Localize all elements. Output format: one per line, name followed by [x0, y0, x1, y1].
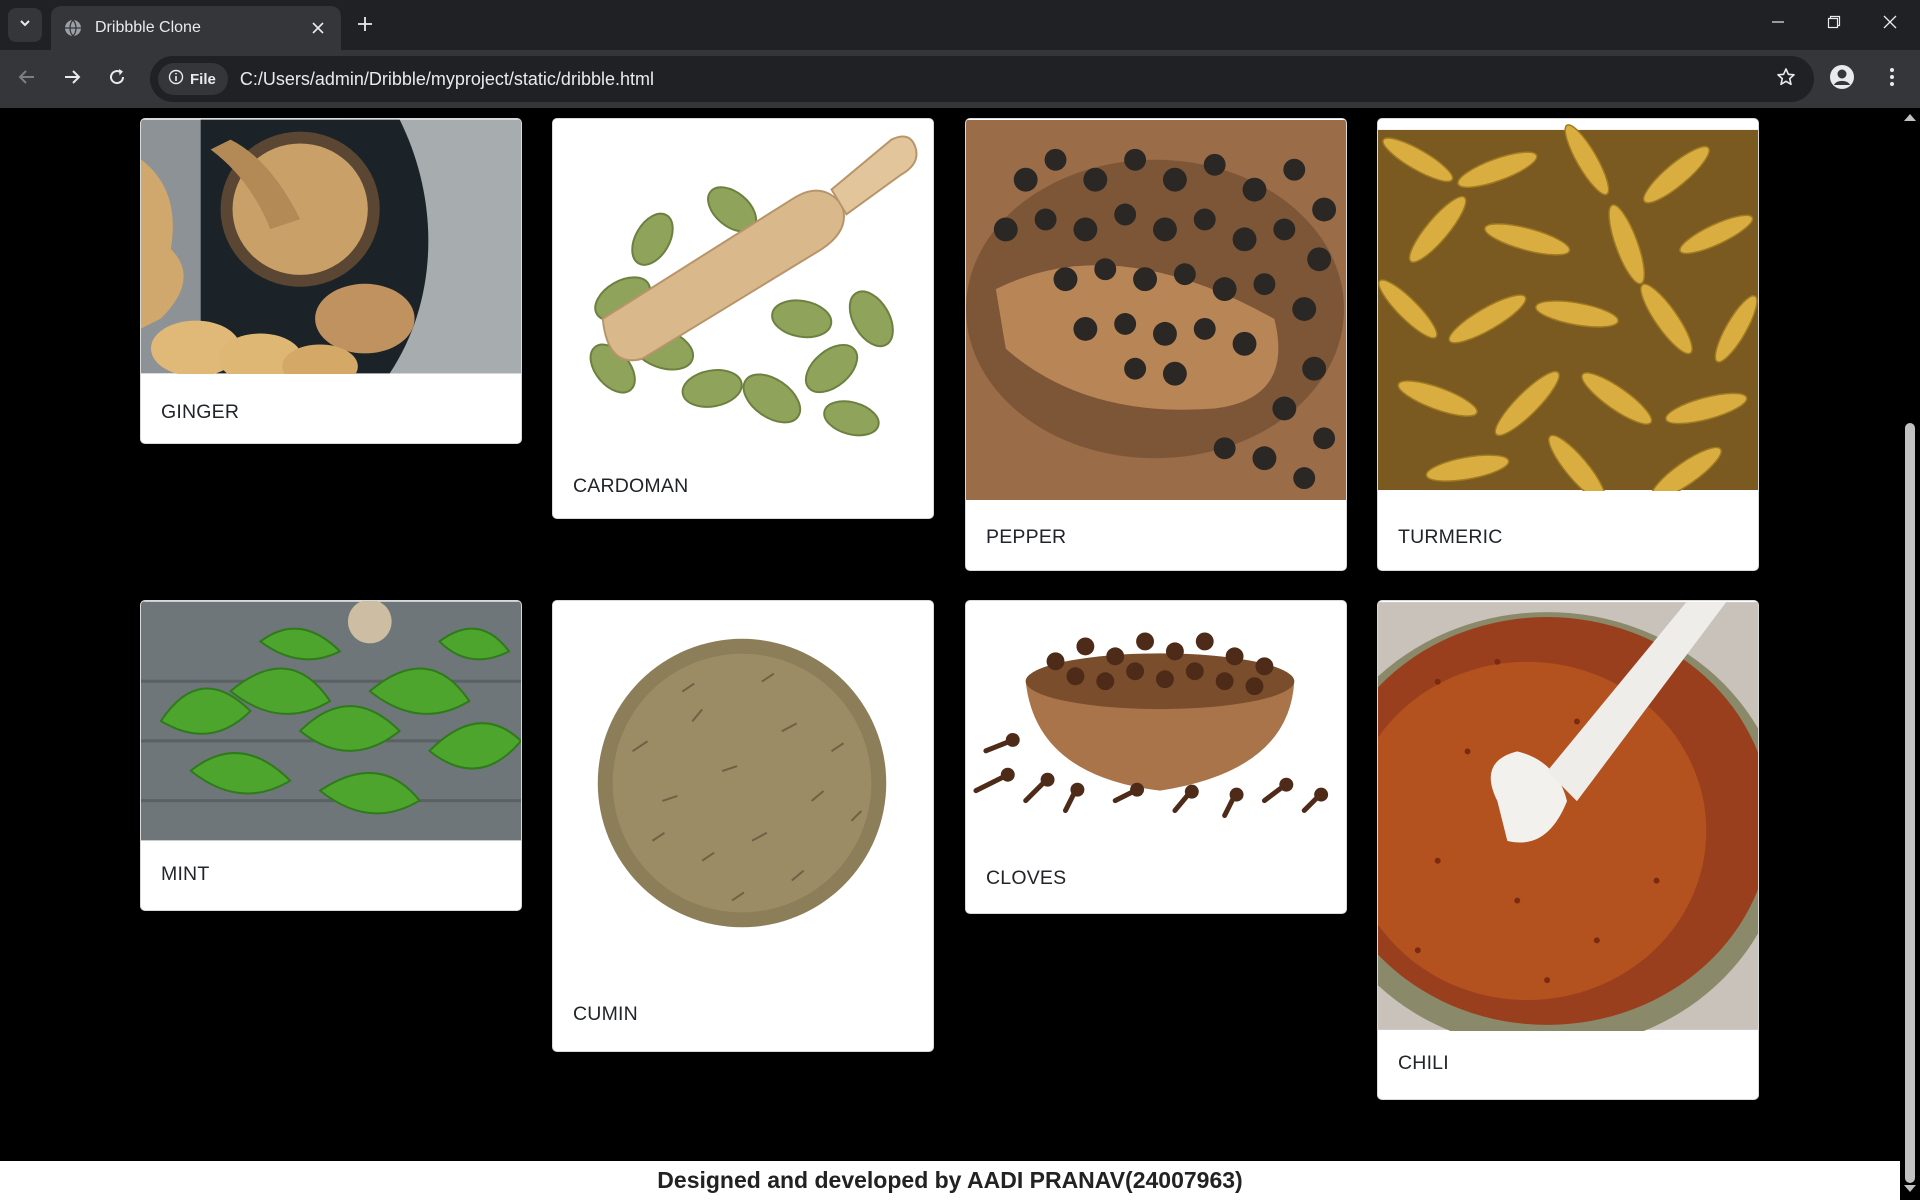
spice-card-cumin[interactable]: CUMIN: [552, 600, 934, 1052]
tab-active[interactable]: Dribbble Clone: [51, 6, 341, 50]
spice-card-pepper[interactable]: PEPPER: [965, 118, 1347, 571]
spice-card-ginger[interactable]: GINGER: [140, 118, 522, 444]
spice-card-mint[interactable]: MINT: [140, 600, 522, 911]
chevron-down-icon: [18, 16, 32, 35]
cumin-photo: [553, 601, 933, 981]
star-icon: [1776, 67, 1796, 92]
mint-photo: [141, 601, 521, 841]
spice-card-label: CUMIN: [573, 1003, 638, 1025]
spice-card-label: CARDOMAN: [573, 475, 689, 497]
tab-strip: Dribbble Clone: [0, 0, 1920, 50]
cardamom-photo: [553, 119, 933, 449]
address-bar[interactable]: File C:/Users/admin/Dribble/myproject/st…: [150, 56, 1814, 102]
page-viewport: GINGER CARDOMAN PEPPER TURMERIC MINT CUM…: [0, 108, 1900, 1200]
new-tab-button[interactable]: [350, 11, 380, 41]
chili-photo: [1378, 602, 1758, 1031]
restore-button[interactable]: [1806, 0, 1862, 48]
bookmark-button[interactable]: [1766, 59, 1806, 99]
url-text[interactable]: C:/Users/admin/Dribble/myproject/static/…: [240, 69, 1766, 90]
spice-card-chili[interactable]: CHILI: [1377, 600, 1759, 1100]
page-footer: Designed and developed by AADI PRANAV(24…: [0, 1161, 1900, 1200]
reload-button[interactable]: [99, 61, 135, 97]
site-info-label: File: [190, 70, 216, 88]
tab-search-button[interactable]: [8, 8, 42, 42]
pepper-photo: [966, 120, 1346, 500]
scroll-up-arrow-icon[interactable]: [1904, 114, 1916, 121]
turmeric-photo: [1378, 119, 1758, 491]
spice-card-label: CHILI: [1398, 1052, 1449, 1074]
spice-card-label: MINT: [161, 863, 210, 885]
forward-button[interactable]: [54, 61, 90, 97]
tab-title: Dribbble Clone: [95, 19, 201, 36]
ginger-photo: [141, 119, 521, 374]
spice-card-cardamom[interactable]: CARDOMAN: [552, 118, 934, 519]
scroll-down-arrow-icon[interactable]: [1904, 1185, 1916, 1192]
spice-card-cloves[interactable]: CLOVES: [965, 600, 1347, 914]
info-icon: [168, 69, 190, 89]
spice-card-label: PEPPER: [986, 526, 1067, 548]
page-scrollbar[interactable]: [1900, 108, 1920, 1200]
spice-card-turmeric[interactable]: TURMERIC: [1377, 118, 1759, 571]
arrow-left-icon: [18, 68, 36, 91]
tab-close-icon[interactable]: [307, 17, 329, 39]
restore-icon: [1827, 15, 1841, 34]
site-info-chip[interactable]: File: [158, 63, 228, 95]
spice-card-label: TURMERIC: [1398, 526, 1503, 548]
minimize-button[interactable]: [1750, 0, 1806, 48]
back-button[interactable]: [9, 61, 45, 97]
browser-toolbar: File C:/Users/admin/Dribble/myproject/st…: [0, 50, 1920, 108]
spice-card-label: GINGER: [161, 401, 240, 423]
reload-icon: [108, 68, 126, 91]
profile-button[interactable]: [1826, 63, 1858, 95]
globe-icon: [63, 18, 83, 38]
minimize-icon: [1771, 15, 1785, 34]
cloves-photo: [966, 601, 1346, 846]
close-window-button[interactable]: [1862, 0, 1918, 48]
menu-button[interactable]: [1876, 63, 1908, 95]
scroll-thumb[interactable]: [1905, 423, 1915, 1183]
close-icon: [1883, 15, 1897, 34]
spice-card-label: CLOVES: [986, 867, 1067, 889]
plus-icon: [357, 16, 373, 37]
avatar-icon: [1829, 64, 1855, 95]
arrow-right-icon: [63, 68, 81, 91]
more-vert-icon: [1889, 67, 1895, 92]
